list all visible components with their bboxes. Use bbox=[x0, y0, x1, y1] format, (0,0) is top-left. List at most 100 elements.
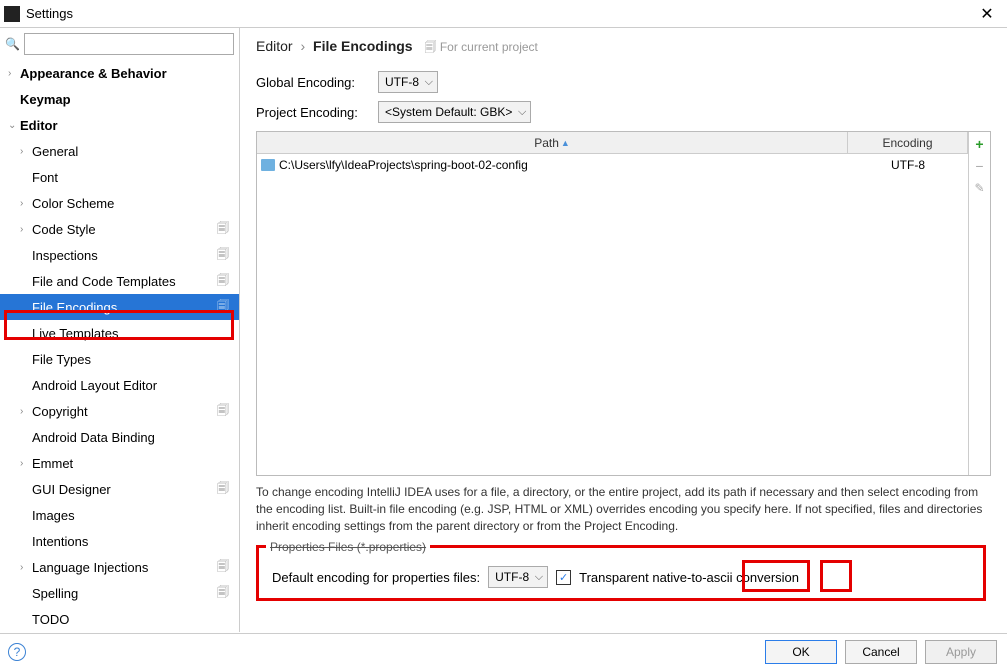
sidebar-item-label: Android Layout Editor bbox=[32, 378, 239, 393]
sidebar-item-label: Color Scheme bbox=[32, 196, 239, 211]
settings-tree[interactable]: ›Appearance & BehaviorKeymap⌄Editor›Gene… bbox=[0, 60, 239, 632]
expand-icon: › bbox=[20, 406, 32, 417]
breadcrumb-current: File Encodings bbox=[313, 38, 413, 54]
ok-button[interactable]: OK bbox=[765, 640, 837, 664]
content-pane: Editor › File Encodings 🗐 For current pr… bbox=[240, 28, 1007, 632]
expand-icon: › bbox=[20, 458, 32, 469]
transparent-ascii-label: Transparent native-to-ascii conversion bbox=[579, 570, 799, 585]
app-icon bbox=[4, 6, 20, 22]
sidebar-item-label: Copyright bbox=[32, 404, 217, 419]
sidebar-item-live-templates[interactable]: Live Templates bbox=[0, 320, 239, 346]
help-icon[interactable]: ? bbox=[8, 643, 26, 661]
expand-icon: › bbox=[20, 224, 32, 235]
sidebar-item-label: Images bbox=[32, 508, 239, 523]
cancel-button[interactable]: Cancel bbox=[845, 640, 917, 664]
col-encoding[interactable]: Encoding bbox=[848, 132, 968, 153]
sidebar-item-intentions[interactable]: Intentions bbox=[0, 528, 239, 554]
global-encoding-select[interactable]: UTF-8 bbox=[378, 71, 438, 93]
sidebar-item-label: Appearance & Behavior bbox=[20, 66, 239, 81]
encoding-table: Path▲ Encoding C:\Users\lfy\IdeaProjects… bbox=[256, 131, 991, 476]
sidebar-item-gui-designer[interactable]: GUI Designer🗐 bbox=[0, 476, 239, 502]
path-cell: C:\Users\lfy\IdeaProjects\spring-boot-02… bbox=[279, 158, 528, 172]
expand-icon: › bbox=[20, 146, 32, 157]
sidebar-item-keymap[interactable]: Keymap bbox=[0, 86, 239, 112]
breadcrumb-parent[interactable]: Editor bbox=[256, 38, 293, 54]
sidebar-item-label: TODO bbox=[32, 612, 239, 627]
properties-legend: Properties Files (*.properties) bbox=[266, 540, 430, 554]
sidebar-item-label: Emmet bbox=[32, 456, 239, 471]
sidebar-item-label: Intentions bbox=[32, 534, 239, 549]
sidebar-item-copyright[interactable]: ›Copyright🗐 bbox=[0, 398, 239, 424]
breadcrumb: Editor › File Encodings 🗐 For current pr… bbox=[256, 38, 991, 59]
sidebar-item-label: GUI Designer bbox=[32, 482, 217, 497]
project-scope-icon: 🗐 bbox=[217, 583, 229, 604]
expand-icon: ⌄ bbox=[8, 120, 20, 131]
window-title: Settings bbox=[26, 6, 967, 21]
encoding-cell[interactable]: UTF-8 bbox=[848, 158, 968, 172]
apply-button[interactable]: Apply bbox=[925, 640, 997, 664]
expand-icon: › bbox=[20, 562, 32, 573]
sidebar-item-label: Live Templates bbox=[32, 326, 239, 341]
sidebar-item-language-injections[interactable]: ›Language Injections🗐 bbox=[0, 554, 239, 580]
folder-icon bbox=[261, 159, 275, 171]
sidebar-item-android-data-binding[interactable]: Android Data Binding bbox=[0, 424, 239, 450]
project-scope-icon: 🗐 bbox=[217, 479, 229, 500]
sidebar-item-font[interactable]: Font bbox=[0, 164, 239, 190]
table-body: C:\Users\lfy\IdeaProjects\spring-boot-02… bbox=[257, 154, 968, 475]
sidebar-item-editor[interactable]: ⌄Editor bbox=[0, 112, 239, 138]
sidebar-item-file-encodings[interactable]: File Encodings🗐 bbox=[0, 294, 239, 320]
sidebar-item-android-layout-editor[interactable]: Android Layout Editor bbox=[0, 372, 239, 398]
expand-icon: › bbox=[20, 198, 32, 209]
sidebar-item-spelling[interactable]: Spelling🗐 bbox=[0, 580, 239, 606]
table-toolbar: + − ✎ bbox=[968, 132, 990, 475]
sidebar-item-label: Keymap bbox=[20, 92, 239, 107]
sidebar-item-label: Font bbox=[32, 170, 239, 185]
table-row[interactable]: C:\Users\lfy\IdeaProjects\spring-boot-02… bbox=[257, 154, 968, 176]
sidebar-item-emmet[interactable]: ›Emmet bbox=[0, 450, 239, 476]
project-encoding-select[interactable]: <System Default: GBK> bbox=[378, 101, 531, 123]
sidebar-item-general[interactable]: ›General bbox=[0, 138, 239, 164]
sidebar-item-inspections[interactable]: Inspections🗐 bbox=[0, 242, 239, 268]
sidebar-item-file-types[interactable]: File Types bbox=[0, 346, 239, 372]
col-path[interactable]: Path▲ bbox=[257, 132, 848, 153]
sidebar-item-label: Code Style bbox=[32, 222, 217, 237]
project-scope-icon: 🗐 bbox=[217, 401, 229, 422]
properties-section: Properties Files (*.properties) Default … bbox=[256, 548, 991, 598]
sidebar-item-label: General bbox=[32, 144, 239, 159]
props-encoding-select[interactable]: UTF-8 bbox=[488, 566, 548, 588]
sidebar-item-label: Spelling bbox=[32, 586, 217, 601]
sidebar-item-label: File Encodings bbox=[32, 300, 217, 315]
global-encoding-label: Global Encoding: bbox=[256, 75, 366, 90]
help-text: To change encoding IntelliJ IDEA uses fo… bbox=[256, 484, 991, 534]
project-scope-icon: 🗐 bbox=[217, 271, 229, 292]
edit-button[interactable]: ✎ bbox=[972, 180, 988, 196]
sidebar-item-appearance-behavior[interactable]: ›Appearance & Behavior bbox=[0, 60, 239, 86]
project-scope-icon: 🗐 bbox=[217, 297, 229, 318]
sidebar-item-file-and-code-templates[interactable]: File and Code Templates🗐 bbox=[0, 268, 239, 294]
sidebar-item-todo[interactable]: TODO bbox=[0, 606, 239, 632]
sidebar-item-label: Inspections bbox=[32, 248, 217, 263]
sidebar: 🔍 ›Appearance & BehaviorKeymap⌄Editor›Ge… bbox=[0, 28, 240, 632]
sidebar-item-code-style[interactable]: ›Code Style🗐 bbox=[0, 216, 239, 242]
dialog-footer: ? OK Cancel Apply bbox=[0, 633, 1007, 669]
transparent-ascii-checkbox[interactable]: ✓ bbox=[556, 570, 571, 585]
scope-hint: 🗐 For current project bbox=[425, 40, 538, 54]
sidebar-item-label: File Types bbox=[32, 352, 239, 367]
remove-button[interactable]: − bbox=[972, 158, 988, 174]
sidebar-item-label: File and Code Templates bbox=[32, 274, 217, 289]
add-button[interactable]: + bbox=[972, 136, 988, 152]
chevron-right-icon: › bbox=[300, 38, 305, 54]
close-icon[interactable]: ✕ bbox=[967, 4, 1007, 24]
title-bar: Settings ✕ bbox=[0, 0, 1007, 28]
sidebar-item-images[interactable]: Images bbox=[0, 502, 239, 528]
search-input[interactable] bbox=[24, 33, 234, 55]
project-scope-icon: 🗐 bbox=[217, 557, 229, 578]
sidebar-item-color-scheme[interactable]: ›Color Scheme bbox=[0, 190, 239, 216]
project-encoding-label: Project Encoding: bbox=[256, 105, 366, 120]
expand-icon: › bbox=[8, 68, 20, 79]
project-scope-icon: 🗐 bbox=[217, 219, 229, 240]
sidebar-item-label: Editor bbox=[20, 118, 239, 133]
project-scope-icon: 🗐 bbox=[217, 245, 229, 266]
props-encoding-label: Default encoding for properties files: bbox=[272, 570, 480, 585]
search-icon: 🔍 bbox=[5, 37, 20, 51]
